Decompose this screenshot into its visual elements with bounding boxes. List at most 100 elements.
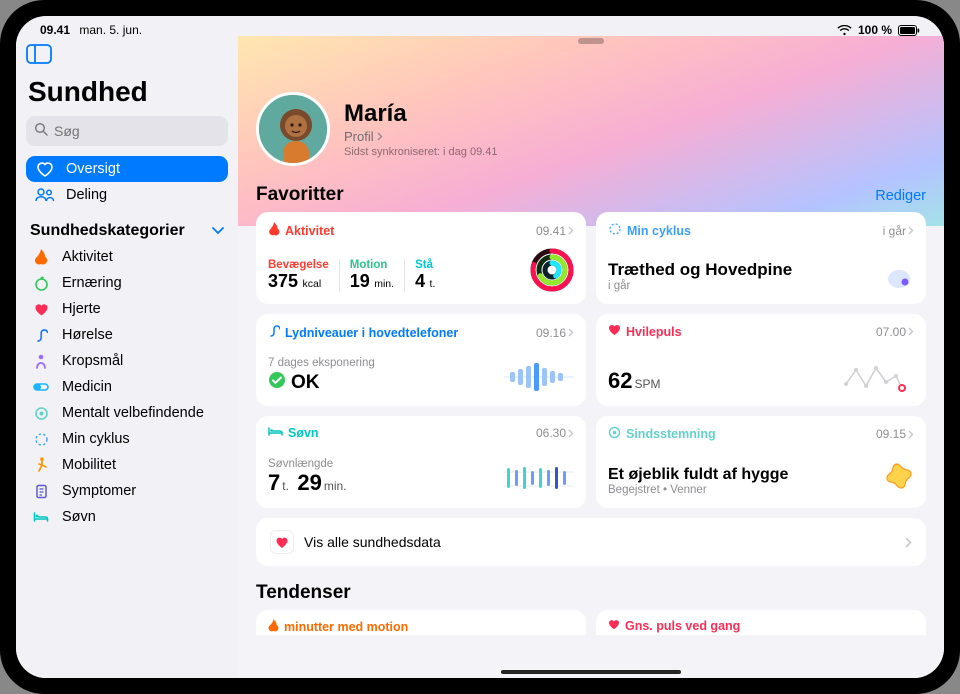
sleep-sub: Søvnlængde xyxy=(268,458,347,470)
cycle-sub: i går xyxy=(608,280,792,292)
category-label: Medicin xyxy=(62,379,112,395)
audio-bars-icon xyxy=(504,360,574,394)
status-right: 100 % xyxy=(837,23,920,37)
category-label: Mentalt velbefindende xyxy=(62,405,204,421)
hr-sparkline-icon xyxy=(844,360,914,394)
sidebar: Sundhed Oversigt xyxy=(16,36,238,678)
category-kropsmål[interactable]: Kropsmål xyxy=(26,348,228,374)
category-label: Min cyklus xyxy=(62,431,130,447)
card-time: i går xyxy=(883,224,914,238)
card-time: 09.16 xyxy=(536,326,574,340)
avatar[interactable] xyxy=(256,92,330,166)
hr-value: 62 xyxy=(608,368,632,393)
hr-unit: SPM xyxy=(634,377,660,391)
category-label: Aktivitet xyxy=(62,249,113,265)
category-icon xyxy=(30,249,52,265)
status-bar: 09.41 man. 5. jun. 100 % xyxy=(16,16,944,40)
category-icon xyxy=(30,511,52,523)
card-title: Søvn xyxy=(268,426,319,440)
trend-walking-hr[interactable]: Gns. puls ved gang xyxy=(596,610,926,635)
category-label: Kropsmål xyxy=(62,353,123,369)
card-aktivitet[interactable]: Aktivitet 09.41 Bevægelse xyxy=(256,212,586,304)
show-all-data[interactable]: Vis alle sundhedsdata xyxy=(256,518,926,566)
last-sync: Sidst synkroniseret: i dag 09.41 xyxy=(344,146,497,158)
category-label: Søvn xyxy=(62,509,96,525)
card-soevn[interactable]: Søvn 06.30 Søvnlængde xyxy=(256,416,586,508)
people-icon xyxy=(34,188,56,202)
category-symptomer[interactable]: Symptomer xyxy=(26,478,228,504)
category-label: Mobilitet xyxy=(62,457,116,473)
card-sindsstemning[interactable]: Sindsstemning 09.15 Et øjeblik fuldt af … xyxy=(596,416,926,508)
favorites-title: Favoritter xyxy=(256,184,344,206)
favorites-grid: Aktivitet 09.41 Bevægelse xyxy=(256,212,926,508)
chevron-right-icon xyxy=(905,537,912,548)
health-app-icon xyxy=(270,530,294,554)
category-icon xyxy=(30,276,52,291)
profile-info: María Profil Sidst synkroniseret: i dag … xyxy=(344,100,497,158)
category-icon xyxy=(30,303,52,316)
nav-deling[interactable]: Deling xyxy=(26,182,228,208)
category-icon xyxy=(30,381,52,393)
trends-row: minutter med motion Gns. puls ved gang xyxy=(256,610,926,635)
audio-sub: 7 dages eksponering xyxy=(268,357,375,369)
category-label: Symptomer xyxy=(62,483,136,499)
card-title: Sindsstemning xyxy=(608,426,716,442)
card-time: 07.00 xyxy=(876,325,914,339)
category-icon xyxy=(30,354,52,369)
card-title: Lydniveauer i hovedtelefoner xyxy=(268,324,458,341)
category-min-cyklus[interactable]: Min cyklus xyxy=(26,426,228,452)
flame-icon xyxy=(268,619,279,635)
profile-link[interactable]: Profil xyxy=(344,129,497,144)
category-aktivitet[interactable]: Aktivitet xyxy=(26,244,228,270)
search-field[interactable] xyxy=(26,116,228,146)
card-min-cyklus[interactable]: Min cyklus i går Træthed og Hovedpine xyxy=(596,212,926,304)
card-lydniveauer[interactable]: Lydniveauer i hovedtelefoner 09.16 7 dag… xyxy=(256,314,586,406)
category-label: Ernæring xyxy=(62,275,122,291)
category-mentalt-velbefindende[interactable]: Mentalt velbefindende xyxy=(26,400,228,426)
card-title: Min cyklus xyxy=(608,222,691,239)
mind-icon xyxy=(608,426,621,442)
category-søvn[interactable]: Søvn xyxy=(26,504,228,530)
category-hørelse[interactable]: Hørelse xyxy=(26,322,228,348)
nav-label: Oversigt xyxy=(66,161,120,177)
audio-status: OK xyxy=(291,372,320,394)
home-indicator[interactable] xyxy=(501,670,681,674)
card-hvilepuls[interactable]: Hvilepuls 07.00 62SPM xyxy=(596,314,926,406)
category-icon xyxy=(30,484,52,499)
category-label: Hjerte xyxy=(62,301,101,317)
trends-title: Tendenser xyxy=(256,582,926,604)
card-title: Aktivitet xyxy=(268,222,334,239)
trend-motion-minutes[interactable]: minutter med motion xyxy=(256,610,586,635)
main-content: María Profil Sidst synkroniseret: i dag … xyxy=(238,36,944,678)
category-hjerte[interactable]: Hjerte xyxy=(26,296,228,322)
search-icon xyxy=(34,122,48,141)
category-icon xyxy=(30,327,52,343)
categories-header[interactable]: Sundhedskategorier xyxy=(30,222,224,240)
status-time: 09.41 xyxy=(40,23,70,37)
mood-sub: Begejstret • Venner xyxy=(608,484,788,496)
bed-icon xyxy=(268,426,283,440)
mood-main: Et øjeblik fuldt af hygge xyxy=(608,466,788,484)
nav-oversigt[interactable]: Oversigt xyxy=(26,156,228,182)
app-title: Sundhed xyxy=(28,76,228,108)
category-label: Hørelse xyxy=(62,327,113,343)
category-ernæring[interactable]: Ernæring xyxy=(26,270,228,296)
ear-icon xyxy=(268,324,280,341)
chevron-down-icon xyxy=(212,222,224,240)
heart-icon xyxy=(608,324,621,339)
category-icon xyxy=(30,457,52,473)
category-medicin[interactable]: Medicin xyxy=(26,374,228,400)
flame-icon xyxy=(268,222,280,239)
category-icon xyxy=(30,406,52,421)
heart-outline-icon xyxy=(34,161,56,177)
sidebar-toggle-icon[interactable] xyxy=(26,44,54,68)
chevron-right-icon xyxy=(377,129,383,144)
categories-list: Aktivitet Ernæring Hjerte Hørelse Kropsmål Me… xyxy=(26,244,228,530)
edit-button[interactable]: Rediger xyxy=(875,188,926,204)
search-input[interactable] xyxy=(54,123,235,139)
sleep-bars-icon xyxy=(504,462,574,496)
category-mobilitet[interactable]: Mobilitet xyxy=(26,452,228,478)
heart-icon xyxy=(608,619,620,633)
categories-title: Sundhedskategorier xyxy=(30,222,185,240)
nav-list: Oversigt Deling xyxy=(26,156,228,208)
